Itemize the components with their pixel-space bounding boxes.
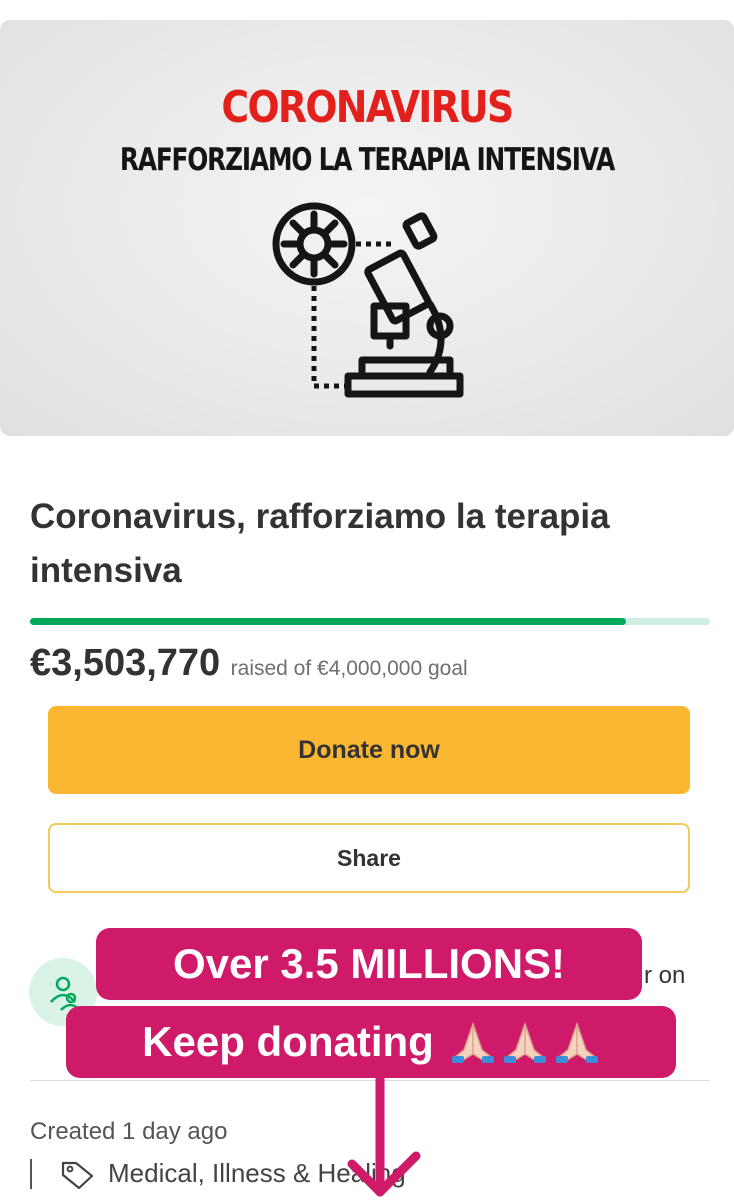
created-date: Created 1 day ago	[30, 1118, 228, 1145]
raised-summary: €3,503,770 raised of €4,000,000 goal	[30, 642, 468, 685]
progress-bar-fill	[30, 618, 626, 625]
praying-hands-icon	[555, 1021, 598, 1063]
organizer-text: r on	[644, 962, 686, 989]
fundraiser-page: CORONAVIRUS RAFFORZIAMO LA TERAPIA INTEN…	[0, 0, 734, 1200]
campaign-hero-image: CORONAVIRUS RAFFORZIAMO LA TERAPIA INTEN…	[0, 20, 734, 436]
raised-amount: €3,503,770	[30, 642, 221, 684]
campaign-title: Coronavirus, rafforziamo la terapia inte…	[30, 497, 610, 590]
praying-hands-icon	[503, 1021, 546, 1063]
progress-bar	[30, 618, 710, 625]
virus-microscope-icon	[272, 202, 464, 398]
share-button[interactable]: Share	[48, 823, 690, 893]
category-divider	[30, 1158, 32, 1189]
overlay-headline: Over 3.5 MILLIONS!	[172, 940, 566, 987]
overlay-subtext: Keep donating	[142, 1018, 434, 1065]
hero-headline: CORONAVIRUS	[221, 82, 514, 133]
arrow-down-icon	[347, 1068, 421, 1197]
overlay-sticker-line1: Over 3.5 MILLIONS!	[96, 928, 642, 1000]
hero-subheadline: RAFFORZIAMO LA TERAPIA INTENSIVA	[119, 142, 615, 178]
praying-hands-emoji-row	[444, 1020, 600, 1064]
goal-text: raised of €4,000,000 goal	[230, 657, 468, 680]
tag-icon	[61, 1161, 94, 1189]
donate-now-button[interactable]: Donate now	[48, 706, 690, 794]
praying-hands-icon	[451, 1021, 494, 1063]
